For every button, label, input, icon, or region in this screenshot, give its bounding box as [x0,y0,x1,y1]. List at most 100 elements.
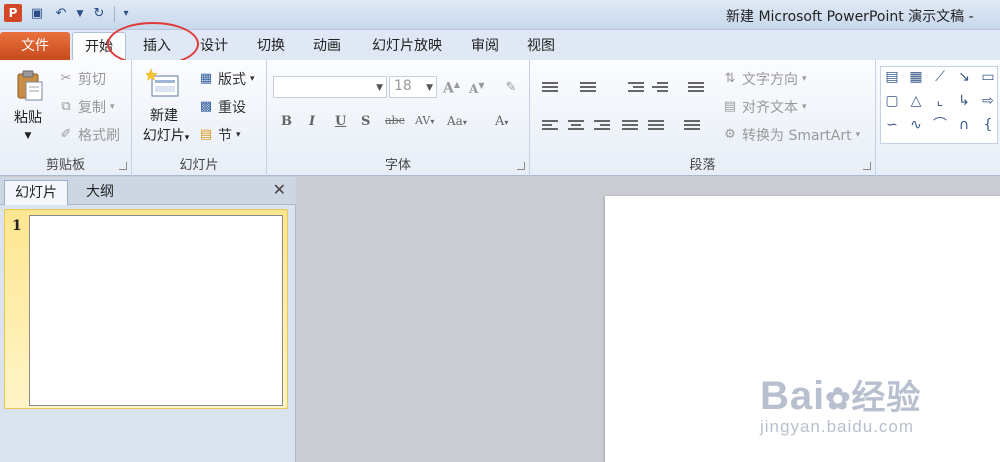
tab-design[interactable]: 设计 [190,32,238,60]
paintbrush-icon: ✐ [60,127,72,142]
curve-shape-icon[interactable]: ∩ [955,117,973,133]
tab-transitions[interactable]: 切换 [248,32,294,60]
qat-separator [114,6,115,22]
format-painter-button[interactable]: ✐ 格式刷 [58,124,120,146]
tab-file[interactable]: 文件 [0,32,70,60]
tab-slideshow[interactable]: 幻灯片放映 [362,32,452,60]
tab-view[interactable]: 视图 [518,32,564,60]
group-label-slides: 幻灯片 [179,158,219,173]
new-slide-icon[interactable] [144,68,180,100]
shrink-font-icon: A▼ [469,80,485,96]
decrease-indent-icon[interactable] [628,80,644,94]
group-paragraph: ⇅ 文字方向 ▾ ▤ 对齐文本 ▾ ⚙ 转换为 SmartArt ▾ 段落 [530,60,876,176]
window-title: 新建 Microsoft PowerPoint 演示文稿 - [726,9,974,25]
paste-icon[interactable] [12,68,46,102]
change-case-button[interactable]: Aa▾ [447,114,467,128]
font-name-combo[interactable]: ▼ [273,76,387,98]
smartart-icon: ⚙ [724,127,736,142]
grow-font-icon: A▲ [443,79,461,97]
save-icon[interactable]: ▣ [28,5,46,23]
grow-font-button[interactable]: A▲ [443,77,460,99]
tab-insert[interactable]: 插入 [130,32,184,60]
align-center-icon[interactable] [568,118,584,132]
paste-button[interactable]: 粘贴 [8,108,48,128]
group-font: ▼ 18 ▼ A▲ A▼ ✎ B I U S abc AV▾ Aa▾ A▾ 字体 [267,60,530,176]
title-bar: P ▣ ↶ ▼ ↻ ▾ 新建 Microsoft PowerPoint 演示文稿… [0,0,1000,30]
line-shape-icon[interactable]: ⟋ [931,69,949,85]
right-arrow-shape-icon[interactable]: ⇨ [979,93,997,109]
paragraph-launcher-icon[interactable] [863,162,871,170]
font-size-combo[interactable]: 18 ▼ [389,76,437,98]
tab-pane-outline[interactable]: 大纲 [72,180,128,205]
ribbon-tabs: 文件 开始 插入 设计 切换 动画 幻灯片放映 审阅 视图 [0,30,1000,60]
strikethrough-button[interactable]: abc [385,114,405,127]
textbox-shape-icon[interactable]: ▤ [883,69,901,85]
reset-icon: ▩ [199,99,213,114]
section-button[interactable]: ▤ 节 ▾ [198,124,241,146]
close-icon[interactable]: ✕ [273,180,286,199]
rectangle-shape-icon[interactable]: ▭ [979,69,997,85]
brace-shape-icon[interactable]: { [979,117,997,133]
clear-formatting-icon: ✎ [505,80,517,95]
copy-button[interactable]: ⧉ 复制 ▾ [58,96,114,118]
convert-smartart-button[interactable]: ⚙ 转换为 SmartArt ▾ [722,124,860,146]
clipboard-launcher-icon[interactable] [119,162,127,170]
vertical-textbox-shape-icon[interactable]: ▦ [907,69,925,85]
paste-dropdown-icon[interactable]: ▼ [20,126,36,146]
distributed-icon[interactable] [648,118,664,132]
group-label-font: 字体 [384,158,411,173]
align-text-icon: ▤ [723,99,737,114]
character-spacing-button[interactable]: AV▾ [415,114,434,127]
undo-dropdown-icon[interactable]: ▼ [76,5,84,23]
layout-button[interactable]: ▦ 版式 ▾ [198,68,255,90]
slide-thumbnail[interactable] [29,215,283,406]
numbering-icon[interactable] [580,80,596,94]
slide-thumbnail-selected[interactable]: 1 [4,209,288,409]
copy-icon: ⧉ [61,99,71,114]
shrink-font-button[interactable]: A▼ [469,77,484,99]
new-slide-button[interactable]: 幻灯片▾ [134,126,198,148]
scribble-shape-icon[interactable]: ∿ [907,117,925,133]
underline-button[interactable]: U [335,114,346,129]
bullets-icon[interactable] [542,80,558,94]
reset-button[interactable]: ▩ 重设 [198,96,246,118]
text-direction-button[interactable]: ⇅ 文字方向 ▾ [722,68,807,90]
chevron-down-icon: ▼ [426,83,433,93]
font-color-button[interactable]: A▾ [495,114,508,129]
columns-icon[interactable] [684,118,700,132]
tab-animations[interactable]: 动画 [304,32,350,60]
align-right-icon[interactable] [594,118,610,132]
tab-home[interactable]: 开始 [72,32,126,60]
justify-icon[interactable] [622,118,638,132]
baidu-watermark: Bai✿经验 jingyan.baidu.com [760,374,922,436]
ribbon: 粘贴 ▼ ✂ 剪切 ⧉ 复制 ▾ ✐ 格式刷 剪贴板 新建 幻灯片▾ ▦ 版式 ▾ [0,60,1000,176]
tab-pane-slides[interactable]: 幻灯片 [4,180,68,205]
shadow-button[interactable]: S [361,114,370,129]
redo-icon[interactable]: ↻ [90,5,108,23]
triangle-shape-icon[interactable]: △ [907,93,925,109]
cut-button[interactable]: ✂ 剪切 [58,68,106,90]
tab-review[interactable]: 审阅 [462,32,508,60]
rounded-rectangle-shape-icon[interactable]: ▢ [883,93,901,109]
italic-button[interactable]: I [309,114,315,129]
align-text-button[interactable]: ▤ 对齐文本 ▾ [722,96,807,118]
new-slide-label-1[interactable]: 新建 [136,106,192,126]
clear-formatting-button[interactable]: ✎ [503,77,519,99]
freeform-shape-icon[interactable]: ∽ [883,117,901,133]
powerpoint-app-icon[interactable]: P [4,4,22,22]
line-spacing-icon[interactable] [688,80,704,94]
undo-icon[interactable]: ↶ [52,5,70,23]
slide-number: 1 [12,218,22,234]
elbow-connector-shape-icon[interactable]: ⌞ [931,93,949,109]
font-launcher-icon[interactable] [517,162,525,170]
slides-pane: 幻灯片 大纲 ✕ 1 [0,177,296,462]
bold-button[interactable]: B [281,114,292,129]
arrow-line-shape-icon[interactable]: ↘ [955,69,973,85]
arc-shape-icon[interactable]: ⌒ [931,117,949,133]
pane-tabs: 幻灯片 大纲 ✕ [0,177,296,205]
elbow-arrow-shape-icon[interactable]: ↳ [955,93,973,109]
align-left-icon[interactable] [542,118,558,132]
increase-indent-icon[interactable] [652,80,668,94]
section-icon: ▤ [199,127,213,142]
customize-qat-icon[interactable]: ▾ [121,5,131,23]
